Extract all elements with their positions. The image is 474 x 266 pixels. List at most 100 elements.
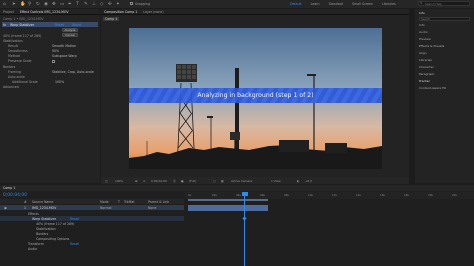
playhead-line[interactable] bbox=[244, 192, 245, 266]
layer-row[interactable]: ◉ 1 IMG_1234.MOV Normal None bbox=[0, 205, 184, 210]
tab-timeline-comp[interactable]: Comp 1 bbox=[3, 185, 15, 191]
prop-row-audio[interactable]: Audio bbox=[0, 246, 184, 251]
color-channel-icon[interactable]: ● bbox=[181, 179, 184, 183]
search-icon: ⚲ bbox=[420, 1, 423, 6]
prop-auto-scale[interactable]: Auto-scale bbox=[8, 75, 25, 79]
panel-info[interactable]: Info bbox=[419, 23, 425, 27]
camera-tool-icon[interactable]: ◉ bbox=[44, 2, 50, 7]
clone-stamp-icon[interactable]: ⊥ bbox=[92, 2, 98, 7]
prop-advanced[interactable]: Advanced bbox=[3, 85, 19, 89]
current-time[interactable]: 0;00;04;00 bbox=[151, 179, 167, 183]
layer-parent-dropdown[interactable]: None bbox=[148, 206, 156, 210]
tab-layer[interactable]: Layer (none) bbox=[143, 10, 163, 14]
layer-mode-dropdown[interactable]: Normal bbox=[100, 206, 112, 210]
type-tool-icon[interactable]: T bbox=[76, 2, 82, 7]
workspace-libraries[interactable]: Libraries bbox=[382, 2, 396, 6]
row-reset-link[interactable]: Reset bbox=[70, 217, 79, 221]
exposure-value[interactable]: +0.0 bbox=[305, 179, 312, 183]
analyze-button[interactable]: Analyze bbox=[62, 28, 78, 32]
smoothness-value[interactable]: 50% bbox=[52, 49, 59, 53]
preserve-scale-checkbox[interactable] bbox=[52, 59, 55, 63]
right-panel-title: Info bbox=[419, 11, 425, 15]
ruler-tick: 02s bbox=[212, 193, 217, 197]
grid-icon[interactable]: ⊞ bbox=[135, 179, 137, 183]
rectangle-tool-icon[interactable]: ▭ bbox=[60, 2, 66, 7]
pen-tool-icon[interactable]: ✒ bbox=[68, 2, 74, 7]
camera-dropdown[interactable]: Active Camera bbox=[231, 179, 252, 183]
panel-paragraph[interactable]: Paragraph bbox=[419, 72, 434, 76]
work-area-bar[interactable] bbox=[188, 199, 268, 201]
prop-method: Method bbox=[8, 54, 20, 58]
workspace-learn[interactable]: Learn bbox=[311, 2, 320, 6]
cancel-button[interactable]: Cancel bbox=[62, 33, 78, 37]
workspace-small-screen[interactable]: Small Screen bbox=[352, 2, 373, 6]
ruler-tick: 18s bbox=[404, 193, 409, 197]
zoom-dropdown[interactable]: 100% bbox=[115, 179, 123, 183]
roto-brush-icon[interactable]: ✣ bbox=[108, 2, 114, 7]
panel-content-aware-fill[interactable]: Content-Aware Fill bbox=[419, 86, 446, 90]
brush-tool-icon[interactable]: ✎ bbox=[84, 2, 90, 7]
layer-header: Comp 1 • IMG_1234.MOV bbox=[3, 17, 44, 21]
snapping-label: Snapping bbox=[135, 1, 150, 6]
mask-icon[interactable]: ⊙ bbox=[143, 179, 145, 183]
ruler-tick: 0s bbox=[188, 193, 192, 197]
row-label: Audio bbox=[28, 246, 38, 251]
menu-toolbar: ⌂ ➤ ✋ ⚲ ↻ ◉ ✥ ▭ ✒ T ✎ ⊥ ◇ ✣ ✦ Snapping D… bbox=[0, 0, 474, 8]
time-ruler[interactable]: 0s 02s 04s 06s 08s 10s 12s 14s 16s 18s 20s 22s bbox=[184, 192, 474, 199]
layer-duration-bar[interactable] bbox=[188, 205, 268, 211]
banner-text: Analyzing in background (step 1 of 2) bbox=[197, 92, 314, 99]
row-label: 40% (frame 117 of 289) bbox=[36, 221, 75, 226]
always-preview-icon[interactable]: ◫ bbox=[105, 179, 108, 183]
layer-name: IMG_1234.MOV bbox=[32, 205, 57, 210]
eraser-icon[interactable]: ◇ bbox=[100, 2, 106, 7]
result-dropdown[interactable]: Smooth Motion bbox=[52, 44, 76, 48]
prop-borders[interactable]: Borders bbox=[3, 65, 15, 69]
timeline-column-header: # Source Name Mode T TrkMat Parent & Lin… bbox=[0, 199, 184, 204]
fx-toggle-icon[interactable]: fx bbox=[3, 23, 6, 27]
left-panel-tabs: Project Effect Controls IMG_1234.MOV bbox=[0, 9, 100, 15]
workspace-standard[interactable]: Standard bbox=[329, 2, 344, 6]
reset-exposure-icon[interactable]: ◐ bbox=[297, 179, 300, 183]
panel-libraries[interactable]: Libraries bbox=[419, 58, 432, 62]
resolution-dropdown[interactable]: (Full) bbox=[189, 179, 196, 183]
home-icon[interactable]: ⌂ bbox=[3, 2, 9, 7]
transparency-grid-icon[interactable]: ▦ bbox=[221, 179, 224, 183]
prop-smoothness: Smoothness bbox=[8, 49, 28, 53]
timeline-timecode[interactable]: 0;00;04;00 bbox=[3, 193, 27, 198]
panel-effects-presets[interactable]: Effects & Presets bbox=[419, 44, 444, 48]
panel-character[interactable]: Character bbox=[419, 65, 434, 69]
snapping-checkbox[interactable] bbox=[130, 1, 133, 5]
snapshot-icon[interactable]: ⦿ bbox=[173, 179, 176, 183]
visibility-eye-icon[interactable]: ◉ bbox=[4, 206, 7, 210]
right-search-placeholder: Search bbox=[421, 17, 431, 22]
hand-tool-icon[interactable]: ✋ bbox=[20, 2, 26, 7]
framing-dropdown[interactable]: Stabilize, Crop, Auto-scale bbox=[52, 70, 94, 74]
row-label: Stabilization bbox=[36, 226, 56, 231]
pan-behind-icon[interactable]: ✥ bbox=[52, 2, 58, 7]
zoom-tool-icon[interactable]: ⚲ bbox=[28, 2, 34, 7]
workspace-default[interactable]: Default bbox=[290, 2, 302, 6]
row-label: Compositing Options bbox=[36, 236, 70, 241]
transform-reset-link[interactable]: Reset bbox=[70, 242, 79, 246]
prop-result: Result bbox=[8, 44, 18, 48]
prop-stabilization[interactable]: Stabilization bbox=[3, 39, 23, 43]
tab-effect-controls[interactable]: Effect Controls IMG_1234.MOV bbox=[20, 10, 69, 14]
views-dropdown[interactable]: 1 View bbox=[271, 179, 281, 183]
panel-preview[interactable]: Preview bbox=[419, 37, 431, 41]
panel-audio[interactable]: Audio bbox=[419, 30, 428, 34]
effect-reset-link[interactable]: Reset bbox=[55, 23, 64, 27]
ruler-tick: 20s bbox=[428, 193, 433, 197]
comp-breadcrumb[interactable]: Comp 1 bbox=[103, 17, 120, 21]
region-of-interest-icon[interactable]: ▢ bbox=[213, 179, 216, 183]
rotate-tool-icon[interactable]: ↻ bbox=[36, 2, 42, 7]
select-tool-icon[interactable]: ➤ bbox=[12, 2, 18, 7]
panel-tracker[interactable]: Tracker bbox=[419, 79, 430, 83]
puppet-pin-icon[interactable]: ✦ bbox=[116, 2, 122, 7]
tab-project[interactable]: Project bbox=[3, 10, 14, 14]
tab-composition[interactable]: Composition Comp 1 bbox=[104, 10, 137, 14]
additional-scale-value[interactable]: 100% bbox=[55, 80, 64, 84]
method-dropdown[interactable]: Subspace Warp bbox=[52, 54, 77, 58]
right-panel: Info Search Info Audio Preview Effects &… bbox=[415, 9, 474, 183]
effect-about-link[interactable]: About bbox=[72, 23, 81, 27]
panel-align[interactable]: Align bbox=[419, 51, 427, 55]
